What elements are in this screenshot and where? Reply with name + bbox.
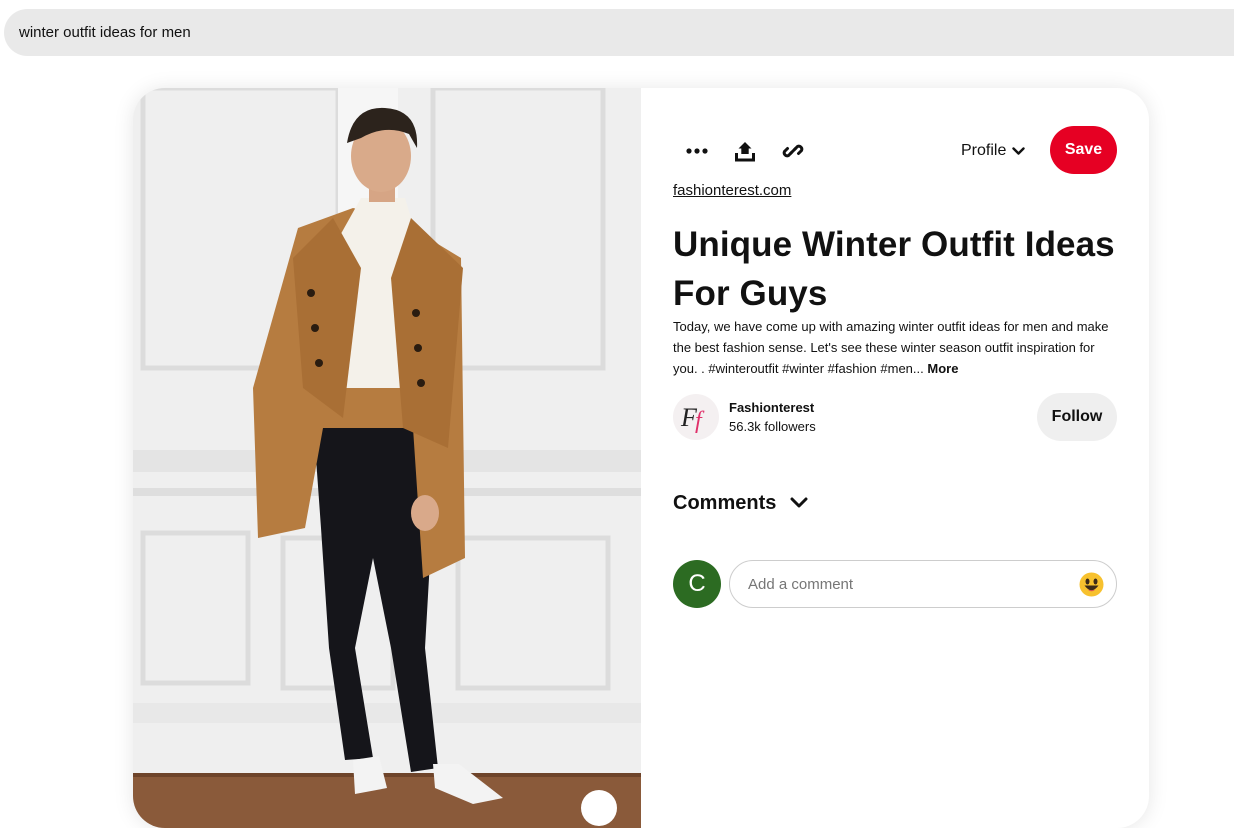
emoji-icon[interactable] — [1079, 572, 1104, 597]
creator-avatar[interactable]: F f — [673, 394, 719, 440]
pin-toolbar: Profile Save — [673, 126, 1117, 174]
image-scroll-indicator — [581, 790, 617, 826]
creator-name[interactable]: Fashionterest — [729, 400, 814, 415]
profile-label: Profile — [961, 142, 1007, 159]
pin-card: Profile Save fashionterest.com Unique Wi… — [133, 88, 1149, 828]
pin-description: Today, we have come up with amazing wint… — [673, 316, 1117, 379]
user-avatar[interactable]: C — [673, 560, 721, 608]
search-bar[interactable]: winter outfit ideas for men — [4, 9, 1234, 56]
pin-photo — [133, 88, 641, 828]
fashionterest-logo: F f — [680, 403, 705, 434]
description-text: Today, we have come up with amazing wint… — [673, 319, 1109, 376]
link-icon[interactable] — [780, 138, 806, 164]
pin-details: Profile Save fashionterest.com Unique Wi… — [673, 88, 1117, 828]
svg-text:f: f — [695, 408, 705, 434]
chevron-down-icon — [1012, 146, 1026, 155]
comments-title: Comments — [673, 491, 777, 514]
creator-followers: 56.3k followers — [729, 419, 816, 434]
creator-info: F f Fashionterest 56.3k followers Follow — [673, 392, 1117, 442]
source-link[interactable]: fashionterest.com — [673, 182, 791, 199]
comment-input[interactable] — [729, 560, 1117, 608]
save-button[interactable]: Save — [1050, 126, 1117, 174]
follow-button[interactable]: Follow — [1037, 393, 1117, 441]
comments-toggle[interactable]: Comments — [673, 490, 808, 516]
pin-image[interactable] — [133, 88, 641, 828]
pin-title: Unique Winter Outfit Ideas For Guys — [673, 225, 1115, 313]
search-query[interactable]: winter outfit ideas for men — [19, 24, 191, 41]
more-link[interactable]: More — [927, 361, 958, 376]
chevron-down-icon — [790, 497, 808, 508]
ellipsis-icon[interactable] — [684, 138, 710, 164]
share-upload-icon[interactable] — [732, 138, 758, 164]
profile-dropdown[interactable]: Profile — [961, 140, 1026, 162]
comment-composer: C — [673, 560, 1117, 608]
